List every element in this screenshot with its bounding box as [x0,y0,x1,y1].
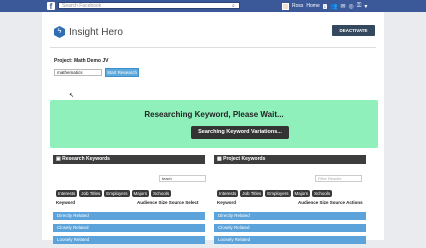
research-keywords-header: ▣ Research Keywords [53,155,205,164]
project-title: Project: Math Demo JV [54,58,109,64]
chip-job-titles[interactable]: Job Titles [240,190,264,197]
chip-schools[interactable]: Schools [312,190,333,197]
facebook-logo[interactable]: f [47,2,55,11]
project-filter-input[interactable]: Filter Results [315,175,362,182]
lightning-bolt-icon: ϟ [54,26,65,38]
chip-majors[interactable]: Majors [131,190,150,197]
chip-interests[interactable]: Interests [56,190,78,197]
avatar[interactable] [282,2,289,10]
facebook-user-nav: Ross Home 1 👥 ✉ ◎ ⚿ ▾ [282,2,367,10]
project-rows: Directly Related Closely Related Loosely… [214,212,366,248]
status-title: Researching Keyword, Please Wait... [144,110,284,119]
col-keyword: Keyword [56,200,76,205]
research-category-chips: Interests Job Titles Employers Majors Sc… [56,190,172,197]
app-logo: ϟ Insight Hero [54,26,123,38]
list-item[interactable]: Loosely Related [214,236,366,244]
home-link[interactable]: Home [306,3,319,9]
chevron-down-icon[interactable]: ▾ [364,3,367,10]
user-name-link[interactable]: Ross [292,3,303,9]
project-keywords-title: Project Keywords [223,156,266,162]
chip-employers[interactable]: Employers [265,190,291,197]
friends-icon[interactable]: 👥 [330,3,337,10]
status-panel: Researching Keyword, Please Wait... Sear… [50,100,378,148]
start-research-button[interactable]: Start Research [105,68,139,77]
col-actions: Audience Size Source Actions [298,200,363,205]
list-item[interactable]: Closely Related [214,224,366,232]
chip-interests[interactable]: Interests [217,190,239,197]
divider [50,47,376,48]
deactivate-button[interactable]: DEACTIVATE [332,25,375,36]
research-keywords-panel: ▣ Research Keywords teach Interests Job … [53,155,206,244]
list-item[interactable]: Directly Related [53,212,205,220]
project-keywords-header: ▦ Project Keywords [214,155,366,164]
keyword-input[interactable]: mathematics [54,69,102,76]
project-keywords-panel: ▦ Project Keywords Filter Results Intere… [214,155,366,244]
mouse-cursor-icon: ↖ [69,93,75,99]
notification-badge: 1 [322,3,327,9]
project-category-chips: Interests Job Titles Employers Majors Sc… [217,190,333,197]
app-name: Insight Hero [69,26,123,38]
lock-icon[interactable]: ⚿ [357,3,362,10]
messages-icon[interactable]: ✉ [340,3,345,10]
research-keywords-title: Research Keywords [62,156,110,162]
list-item[interactable]: Closely Related [53,224,205,232]
col-actions: Audience Size Source Select [137,200,199,205]
facebook-search-input[interactable]: Search Facebook [58,2,240,9]
chip-employers[interactable]: Employers [104,190,130,197]
list-item[interactable]: Directly Related [214,212,366,220]
research-filter-input[interactable]: teach [159,175,206,182]
status-progress-button: Searching Keyword Variations... [191,126,289,139]
chip-schools[interactable]: Schools [151,190,172,197]
search-icon[interactable]: ⌕ [232,3,239,9]
facebook-top-bar: f Search Facebook ⌕ Ross Home 1 👥 ✉ ◎ ⚿ … [0,0,426,12]
chip-job-titles[interactable]: Job Titles [79,190,103,197]
app-page: ϟ Insight Hero DEACTIVATE Project: Math … [42,12,384,244]
chip-majors[interactable]: Majors [292,190,311,197]
globe-icon[interactable]: ◎ [349,3,354,10]
col-keyword: Keyword [217,200,237,205]
list-item[interactable]: Loosely Related [53,236,205,244]
research-rows: Directly Related Closely Related Loosely… [53,212,205,248]
